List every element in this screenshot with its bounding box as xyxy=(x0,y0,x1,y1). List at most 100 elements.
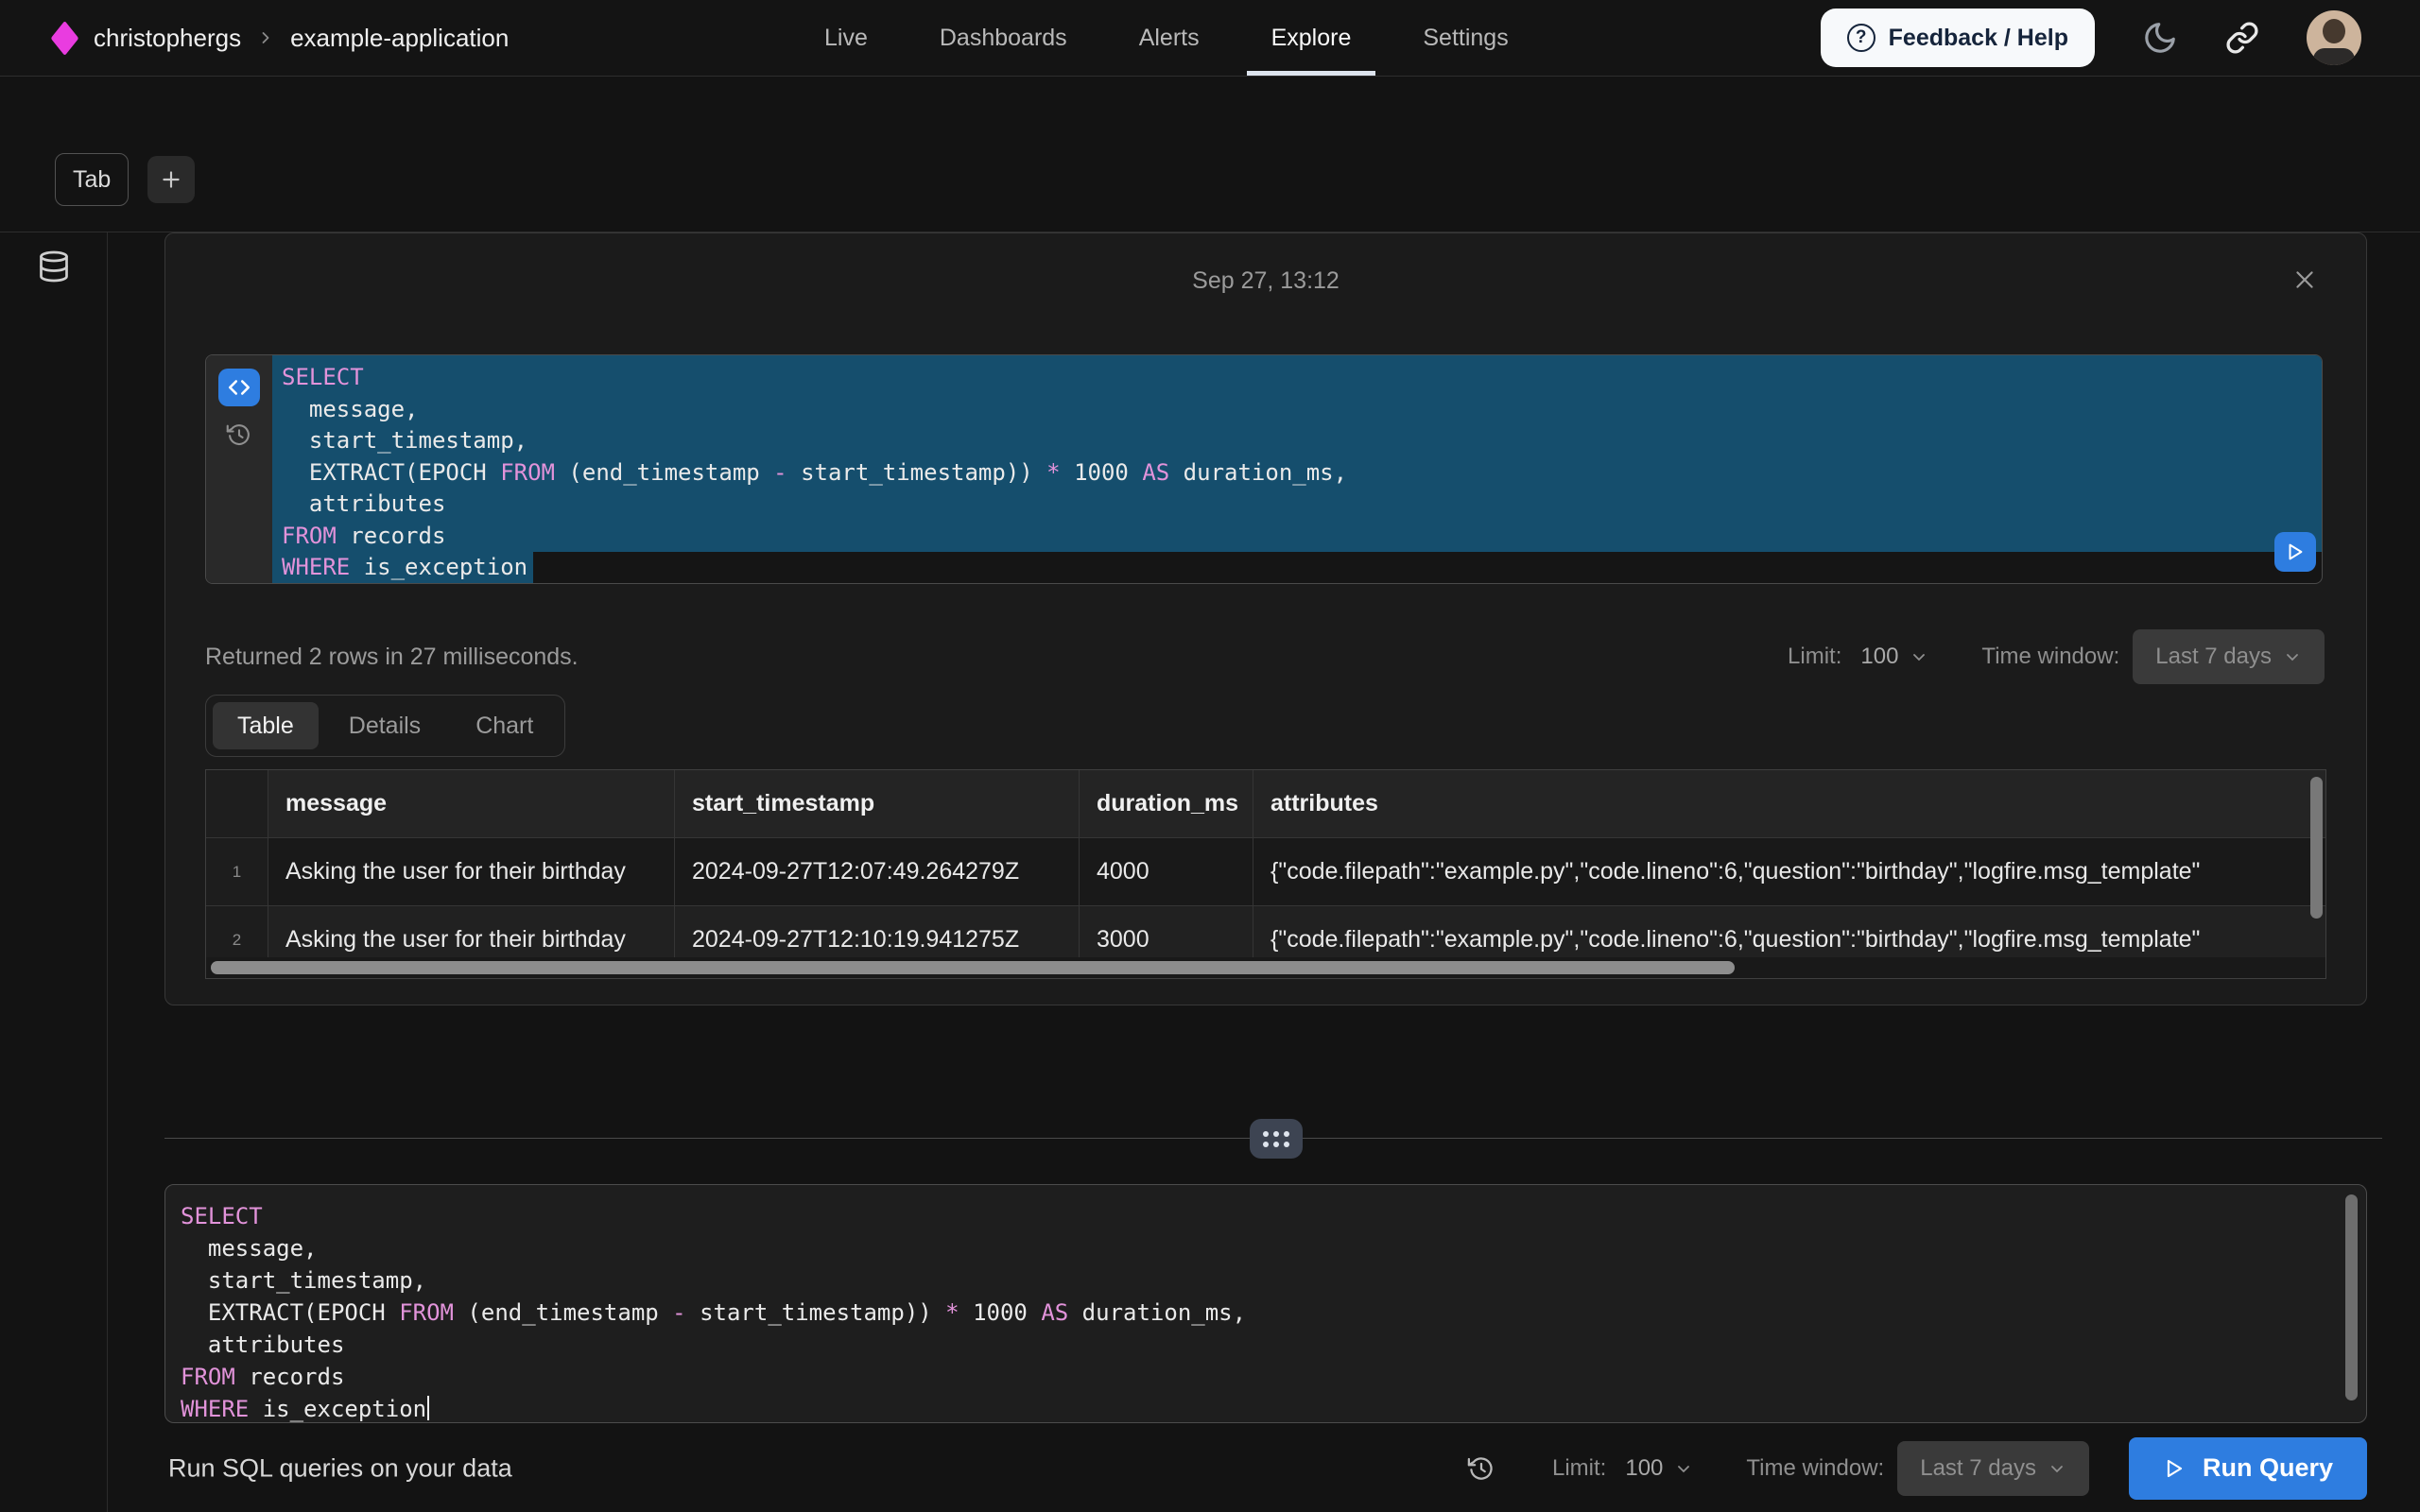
sql-block-gutter xyxy=(206,355,272,583)
tab-table[interactable]: Table xyxy=(213,702,319,749)
column-header-duration-ms: duration_ms xyxy=(1080,770,1253,837)
table-row: 2 Asking the user for their birthday 202… xyxy=(206,906,2325,957)
row-number: 1 xyxy=(206,838,268,905)
results-table: message start_timestamp duration_ms attr… xyxy=(205,769,2326,979)
sql-editor-code[interactable]: SELECT message, start_timestamp, EXTRACT… xyxy=(181,1200,2366,1423)
code-line: FROM records xyxy=(272,521,2322,553)
help-circle-icon: ? xyxy=(1847,24,1876,52)
text-cursor xyxy=(427,1396,429,1420)
bottom-bar: Run SQL queries on your data Limit: 100 … xyxy=(0,1424,2420,1512)
chevron-down-icon xyxy=(1674,1459,1693,1478)
logfire-logo-icon xyxy=(51,20,79,55)
text-selection: SELECT message, start_timestamp, EXTRACT… xyxy=(272,355,2322,552)
time-window-label: Time window: xyxy=(1981,644,2119,670)
result-view-tabs: Table Details Chart xyxy=(205,695,565,757)
nav-item-explore[interactable]: Explore xyxy=(1271,0,1352,76)
close-result-button[interactable] xyxy=(2287,262,2323,298)
executed-sql-code[interactable]: SELECT message, start_timestamp, EXTRACT… xyxy=(272,355,2322,583)
breadcrumb-org[interactable]: christophergs xyxy=(94,24,241,53)
editor-scrollbar-thumb[interactable] xyxy=(2345,1194,2358,1400)
play-icon xyxy=(2163,1457,2186,1480)
code-line: EXTRACT(EPOCH FROM (end_timestamp - star… xyxy=(272,457,2322,490)
limit-dropdown[interactable]: 100 xyxy=(1625,1455,1693,1482)
code-line: EXTRACT(EPOCH FROM (end_timestamp - star… xyxy=(181,1297,2366,1329)
table-header-row: message start_timestamp duration_ms attr… xyxy=(206,770,2325,838)
executed-sql-block: SELECT message, start_timestamp, EXTRACT… xyxy=(205,354,2323,584)
cell-message: Asking the user for their birthday xyxy=(268,906,675,957)
add-tab-button[interactable] xyxy=(147,156,195,203)
history-icon xyxy=(1467,1454,1495,1483)
main-nav: Live Dashboards Alerts Explore Settings xyxy=(824,0,1509,76)
column-header-message: message xyxy=(268,770,675,837)
nav-right: ? Feedback / Help xyxy=(1821,0,2361,76)
tab-chart[interactable]: Chart xyxy=(451,702,558,749)
tab-details[interactable]: Details xyxy=(324,702,445,749)
breadcrumb: christophergs example-application xyxy=(94,24,509,53)
result-controls: Limit: 100 Time window: Last 7 days xyxy=(1788,629,2325,684)
close-icon xyxy=(2292,267,2317,292)
limit-value: 100 xyxy=(1625,1455,1663,1482)
limit-dropdown[interactable]: 100 xyxy=(1860,644,1928,670)
dark-mode-toggle[interactable] xyxy=(2142,20,2178,56)
limit-label: Limit: xyxy=(1552,1455,1606,1482)
sql-editor[interactable]: SELECT message, start_timestamp, EXTRACT… xyxy=(164,1184,2367,1423)
brand: christophergs example-application xyxy=(55,0,509,76)
chevron-down-icon xyxy=(2283,647,2302,666)
row-number: 2 xyxy=(206,906,268,957)
chevron-down-icon xyxy=(2048,1459,2066,1478)
query-history-button[interactable] xyxy=(1467,1454,1495,1483)
database-icon xyxy=(37,249,71,284)
play-icon xyxy=(2285,541,2306,562)
code-line: attributes xyxy=(272,489,2322,521)
code-line: SELECT xyxy=(272,362,2322,394)
left-rail xyxy=(0,232,108,1512)
code-line: SELECT xyxy=(181,1200,2366,1232)
cell-duration-ms: 3000 xyxy=(1080,906,1253,957)
nav-item-dashboards[interactable]: Dashboards xyxy=(940,0,1067,76)
time-window-value: Last 7 days xyxy=(2155,644,2272,670)
time-window-dropdown[interactable]: Last 7 days xyxy=(2133,629,2325,684)
limit-value: 100 xyxy=(1860,644,1898,670)
query-tab[interactable]: Tab xyxy=(55,153,129,206)
code-line: start_timestamp, xyxy=(272,425,2322,457)
breadcrumb-project[interactable]: example-application xyxy=(290,24,509,53)
rerun-query-button[interactable] xyxy=(2274,532,2316,572)
time-window-label: Time window: xyxy=(1746,1455,1884,1482)
nav-item-settings[interactable]: Settings xyxy=(1423,0,1508,76)
share-link-button[interactable] xyxy=(2225,21,2259,55)
history-icon xyxy=(226,421,252,448)
time-window-dropdown[interactable]: Last 7 days xyxy=(1897,1441,2089,1496)
query-history-button[interactable] xyxy=(226,421,252,448)
code-line: attributes xyxy=(181,1329,2366,1361)
link-icon xyxy=(2225,21,2259,55)
splitter-grip-handle[interactable] xyxy=(1250,1119,1303,1159)
schema-browser-button[interactable] xyxy=(33,246,75,287)
feedback-help-label: Feedback / Help xyxy=(1889,25,2068,52)
cell-attributes: {"code.filepath":"example.py","code.line… xyxy=(1253,838,2325,905)
feedback-help-button[interactable]: ? Feedback / Help xyxy=(1821,9,2095,67)
query-tabs-bar: Tab xyxy=(55,153,195,206)
user-avatar[interactable] xyxy=(2307,10,2361,65)
query-timestamp: Sep 27, 13:12 xyxy=(165,267,2366,295)
results-table-clip: message start_timestamp duration_ms attr… xyxy=(206,770,2325,957)
result-status-row: Returned 2 rows in 27 milliseconds. Limi… xyxy=(205,634,2325,679)
run-query-button[interactable]: Run Query xyxy=(2129,1437,2367,1500)
vertical-scrollbar-thumb[interactable] xyxy=(2310,777,2323,919)
nav-item-alerts[interactable]: Alerts xyxy=(1139,0,1200,76)
horizontal-scrollbar-thumb[interactable] xyxy=(211,961,1735,974)
query-result-card: Sep 27, 13:12 SELECT message, sta xyxy=(164,232,2367,1005)
code-line: message, xyxy=(272,394,2322,426)
cell-duration-ms: 4000 xyxy=(1080,838,1253,905)
limit-label: Limit: xyxy=(1788,644,1841,670)
chevron-right-icon xyxy=(256,28,275,47)
cell-start-timestamp: 2024-09-27T12:10:19.941275Z xyxy=(675,906,1080,957)
horizontal-scrollbar[interactable] xyxy=(206,957,2325,979)
cell-message: Asking the user for their birthday xyxy=(268,838,675,905)
code-line: start_timestamp, xyxy=(181,1264,2366,1297)
moon-icon xyxy=(2142,20,2178,56)
footer-controls: Limit: 100 Time window: Last 7 days Run … xyxy=(1467,1424,2367,1512)
code-line: message, xyxy=(181,1232,2366,1264)
nav-item-live[interactable]: Live xyxy=(824,0,868,76)
code-view-button[interactable] xyxy=(218,369,260,406)
table-row: 1 Asking the user for their birthday 202… xyxy=(206,838,2325,906)
